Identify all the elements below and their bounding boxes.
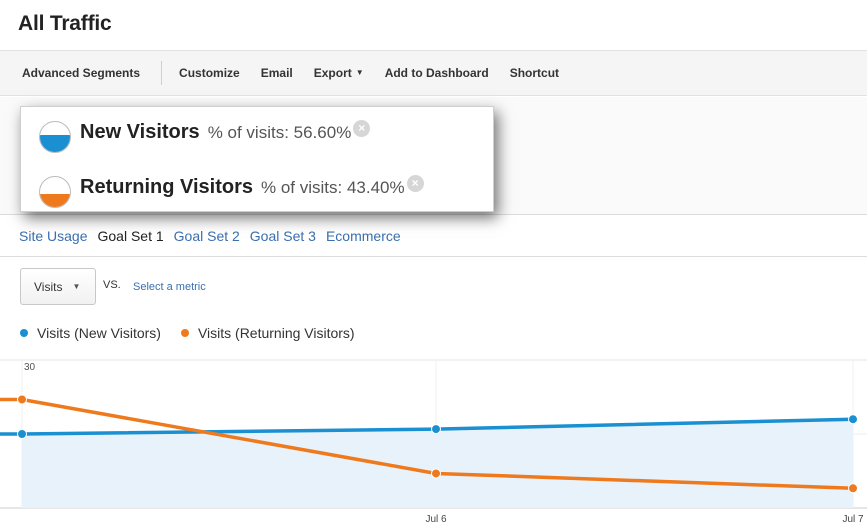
- segment-returning-visitors[interactable]: Returning Visitors % of visits: 43.40% ×: [39, 175, 424, 208]
- export-button[interactable]: Export ▼: [314, 66, 364, 80]
- customize-button[interactable]: Customize: [179, 66, 240, 80]
- tab-goal-set-2[interactable]: Goal Set 2: [174, 228, 240, 244]
- segment-pie-icon: [39, 176, 71, 208]
- segment-percentage: % of visits: 43.40%: [261, 178, 405, 197]
- email-button[interactable]: Email: [261, 66, 293, 80]
- vs-label: VS.: [103, 279, 121, 291]
- tab-goal-set-1[interactable]: Goal Set 1: [97, 228, 163, 244]
- page-title: All Traffic: [18, 12, 112, 35]
- legend-label: Visits (New Visitors): [37, 325, 161, 341]
- segment-name: New Visitors: [80, 121, 200, 143]
- segment-pie-fill: [40, 135, 70, 152]
- chevron-down-icon: ▼: [355, 68, 364, 77]
- segment-pie-fill: [40, 193, 70, 207]
- y-tick-label: 30: [24, 362, 36, 373]
- segment-popup: New Visitors % of visits: 56.60% × Retur…: [20, 106, 494, 212]
- legend-dot: [180, 329, 189, 337]
- legend-entry-new-visitors: Visits (New Visitors): [20, 325, 161, 341]
- data-point: [17, 394, 27, 405]
- data-point: [431, 468, 441, 479]
- export-label: Export: [313, 66, 352, 80]
- tab-site-usage[interactable]: Site Usage: [19, 228, 87, 244]
- legend-label: Visits (Returning Visitors): [197, 325, 355, 341]
- advanced-segments-button[interactable]: Advanced Segments: [22, 66, 140, 80]
- data-point: [848, 414, 858, 425]
- x-tick-label: Jul 7: [842, 514, 864, 525]
- segment-pie-icon: [39, 121, 71, 153]
- chart-legend: Visits (New Visitors) Visits (Returning …: [20, 325, 375, 341]
- data-point: [17, 429, 27, 439]
- data-point: [431, 424, 441, 435]
- report-toolbar: Advanced Segments Customize Email Export…: [0, 50, 867, 96]
- close-icon[interactable]: ×: [353, 120, 371, 137]
- legend-dot: [20, 329, 28, 337]
- toolbar-divider: [161, 61, 163, 85]
- metric-select-value: Visits: [34, 279, 63, 294]
- legend-entry-returning-visitors: Visits (Returning Visitors): [180, 325, 355, 341]
- shortcut-button[interactable]: Shortcut: [510, 66, 559, 80]
- data-point: [848, 483, 858, 494]
- chevron-down-icon: ▼: [72, 282, 81, 291]
- segment-name: Returning Visitors: [80, 176, 253, 198]
- metric-select[interactable]: Visits ▼: [20, 268, 96, 305]
- segment-new-visitors[interactable]: New Visitors % of visits: 56.60% ×: [39, 120, 371, 153]
- x-tick-label: Jul 6: [425, 514, 447, 525]
- add-to-dashboard-button[interactable]: Add to Dashboard: [385, 66, 489, 80]
- segment-percentage: % of visits: 56.60%: [207, 123, 352, 142]
- tab-ecommerce[interactable]: Ecommerce: [326, 228, 401, 244]
- report-tabs: Site Usage Goal Set 1 Goal Set 2 Goal Se…: [0, 215, 867, 257]
- select-metric-link[interactable]: Select a metric: [133, 281, 206, 293]
- close-icon[interactable]: ×: [406, 175, 424, 192]
- tab-goal-set-3[interactable]: Goal Set 3: [250, 228, 316, 244]
- visits-line-chart: 3015Jul 6Jul 7: [0, 359, 867, 525]
